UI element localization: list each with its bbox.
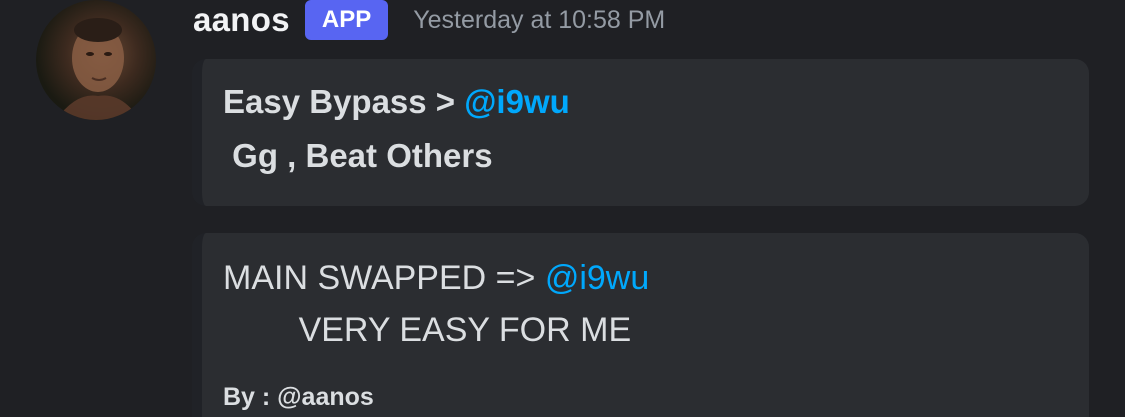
- embed-title: MAIN SWAPPED => @i9wu: [223, 259, 649, 298]
- chat-message: aanos APP Yesterday at 10:58 PM Easy Byp…: [0, 0, 1125, 417]
- embed-description: VERY EASY FOR ME: [223, 311, 632, 349]
- avatar-image: [56, 18, 140, 120]
- embed-footer: By : @aanos: [223, 383, 374, 411]
- embed-title-text: Easy Bypass >: [223, 83, 465, 120]
- embed-card: Easy Bypass > @i9wu Gg , Beat Others: [192, 59, 1089, 206]
- message-timestamp[interactable]: Yesterday at 10:58 PM: [413, 6, 665, 35]
- username[interactable]: aanos: [193, 1, 290, 39]
- app-badge: APP: [304, 0, 389, 40]
- avatar[interactable]: [36, 0, 156, 120]
- embed-title-text: MAIN SWAPPED =>: [223, 259, 545, 297]
- message-header: aanos APP Yesterday at 10:58 PM: [193, 0, 665, 40]
- embed-card: MAIN SWAPPED => @i9wu VERY EASY FOR ME B…: [192, 233, 1089, 417]
- user-mention[interactable]: @i9wu: [464, 83, 570, 120]
- embed-description: Gg , Beat Others: [223, 137, 493, 174]
- embed-title: Easy Bypass > @i9wu: [223, 83, 570, 121]
- user-mention[interactable]: @i9wu: [545, 259, 649, 297]
